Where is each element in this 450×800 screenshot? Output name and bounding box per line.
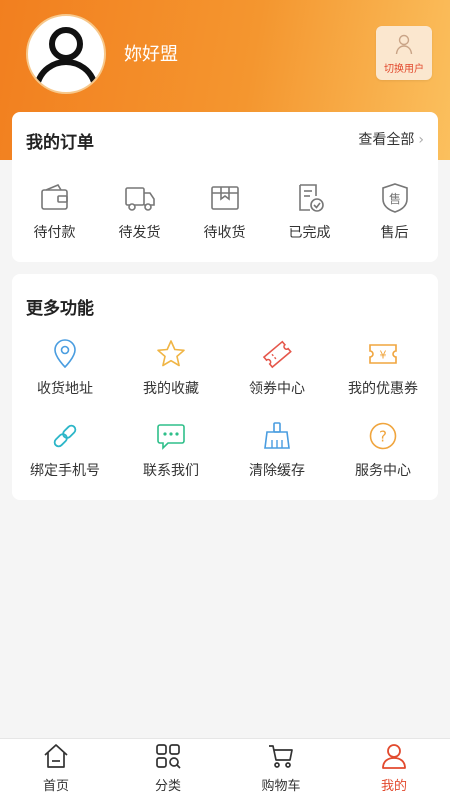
my-coupons-item[interactable]: ¥ 我的优惠券 — [330, 338, 436, 398]
my-favorites-item[interactable]: 我的收藏 — [118, 338, 224, 398]
more-functions-title: 更多功能 — [26, 299, 94, 319]
clear-cache-label: 清除缓存 — [249, 463, 305, 479]
contact-us-item[interactable]: 联系我们 — [118, 420, 224, 480]
completed-doc-icon — [298, 184, 324, 212]
chevron-right-icon: › — [418, 132, 424, 148]
package-icon — [210, 186, 239, 210]
order-after-sales[interactable]: 售 售后 — [352, 182, 437, 242]
switch-user-label: 切换用户 — [384, 64, 424, 75]
category-grid-icon — [156, 744, 181, 769]
coupon-yen-icon: ¥ — [369, 344, 397, 364]
order-after-sales-label: 售后 — [380, 225, 409, 241]
help-circle-icon: ? — [369, 422, 397, 450]
clear-cache-item[interactable]: 清除缓存 — [224, 420, 330, 480]
view-all-orders-link[interactable]: 查看全部 › — [358, 129, 424, 149]
svg-text:售: 售 — [388, 191, 400, 206]
profile-page: 妳好盟 切换用户 我的订单 查看全部 › 待付款 待发货 待收货 已完成 售 售… — [0, 0, 450, 800]
order-pending-payment-label: 待付款 — [33, 225, 76, 241]
tab-cart[interactable]: 购物车 — [225, 743, 337, 794]
my-orders-title: 我的订单 — [26, 133, 94, 153]
link-icon — [53, 424, 77, 448]
broom-icon — [264, 422, 290, 449]
service-center-item[interactable]: ? 服务中心 — [330, 420, 436, 480]
svg-text:¥: ¥ — [380, 349, 387, 362]
contact-us-label: 联系我们 — [143, 463, 199, 479]
home-icon — [44, 744, 68, 768]
my-coupons-label: 我的优惠券 — [348, 381, 418, 397]
coupon-center-item[interactable]: 领券中心 — [224, 338, 330, 398]
order-pending-payment[interactable]: 待付款 — [12, 182, 97, 242]
order-to-receive-label: 待收货 — [203, 225, 246, 241]
order-to-receive[interactable]: 待收货 — [182, 182, 267, 242]
tab-home-label: 首页 — [42, 779, 69, 794]
more-functions-card: 更多功能 收货地址 我的收藏 领券中心 ¥ 我的优惠券 绑定手机号 联系我们 清… — [12, 274, 438, 500]
order-completed[interactable]: 已完成 — [267, 182, 352, 242]
shipping-address-label: 收货地址 — [37, 381, 93, 397]
switch-user-icon — [395, 34, 413, 55]
tab-mine-label: 我的 — [380, 779, 407, 794]
my-orders-card: 我的订单 查看全部 › 待付款 待发货 待收货 已完成 售 售后 — [12, 112, 438, 262]
order-to-ship[interactable]: 待发货 — [97, 182, 182, 242]
after-sales-shield-icon: 售 — [381, 183, 408, 213]
username: 妳好盟 — [124, 44, 178, 65]
coupon-center-label: 领券中心 — [249, 381, 305, 397]
view-all-label: 查看全部 — [358, 132, 415, 148]
star-icon — [157, 340, 185, 367]
default-avatar-icon — [33, 27, 99, 92]
ticket-icon — [262, 340, 292, 369]
service-center-label: 服务中心 — [355, 463, 411, 479]
chat-icon — [157, 424, 185, 450]
tab-category[interactable]: 分类 — [112, 743, 224, 794]
order-to-ship-label: 待发货 — [118, 225, 161, 241]
avatar[interactable] — [26, 14, 106, 94]
bind-phone-item[interactable]: 绑定手机号 — [12, 420, 118, 480]
cart-icon — [269, 745, 293, 768]
tab-cart-label: 购物车 — [261, 779, 301, 794]
tab-category-label: 分类 — [154, 779, 181, 794]
tab-home[interactable]: 首页 — [0, 743, 112, 794]
order-completed-label: 已完成 — [288, 225, 331, 241]
tab-mine[interactable]: 我的 — [338, 743, 450, 794]
shipping-address-item[interactable]: 收货地址 — [12, 338, 118, 398]
location-pin-icon — [54, 339, 76, 369]
my-favorites-label: 我的收藏 — [143, 381, 199, 397]
profile-icon — [382, 744, 406, 769]
bind-phone-label: 绑定手机号 — [30, 463, 100, 479]
bottom-tab-bar: 首页 分类 购物车 我的 — [0, 738, 450, 800]
switch-user-button[interactable]: 切换用户 — [376, 26, 432, 80]
svg-text:?: ? — [379, 428, 387, 446]
truck-icon — [124, 187, 155, 211]
wallet-icon — [40, 183, 68, 210]
